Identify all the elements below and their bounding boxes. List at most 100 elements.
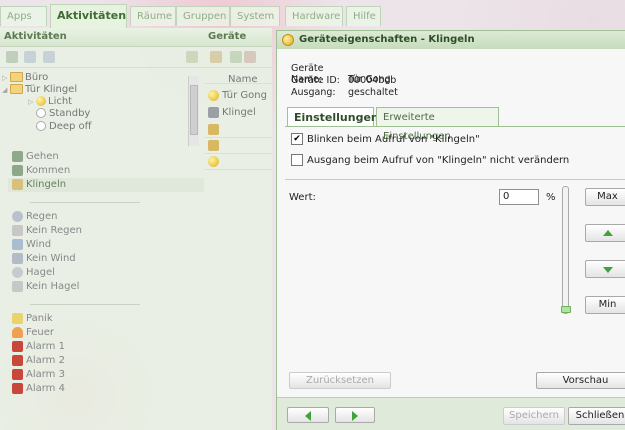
edit-icon[interactable] — [6, 51, 18, 63]
tab-einstellungen[interactable]: Einstellungen — [287, 107, 379, 127]
device-icon[interactable] — [210, 51, 222, 63]
previous-button[interactable] — [287, 407, 329, 423]
min-button[interactable]: Min — [585, 296, 625, 314]
activities-panel: Aktivitäten ▷ Büro ◢ Tür Klingel ▷ Licht St… — [0, 28, 204, 430]
remove-device-icon[interactable] — [244, 51, 256, 63]
wizard-icon[interactable] — [186, 51, 198, 63]
tab-raeume[interactable]: Räume — [130, 6, 176, 26]
tab-erweiterte-einstellungen[interactable]: Erweiterte Einstellungen — [376, 107, 499, 142]
decrease-button[interactable] — [585, 260, 625, 278]
device-icon — [208, 140, 219, 151]
hail-icon — [12, 266, 23, 278]
blink-checkbox[interactable]: ✔ — [291, 133, 303, 145]
tab-hilfe[interactable]: Hilfe — [346, 6, 381, 26]
value-input[interactable]: 0 — [499, 189, 539, 205]
output-checkbox-row[interactable]: Ausgang beim Aufruf von "Klingeln" nicht… — [291, 154, 569, 168]
no-wind-icon — [12, 252, 23, 264]
activity-kein-regen[interactable]: Kein Regen — [12, 224, 82, 238]
main-tab-bar: Apps Aktivitäten Räume Gruppen System Ha… — [0, 0, 625, 28]
activity-alarm-1[interactable]: Alarm 1 — [12, 340, 65, 354]
arrow-down-icon — [602, 267, 613, 273]
preview-button[interactable]: Vorschau — [536, 372, 625, 389]
activity-kein-hagel[interactable]: Kein Hagel — [12, 280, 79, 294]
walk-icon — [12, 150, 23, 162]
info-output: Ausgang: geschaltet — [291, 87, 398, 98]
tree-scrollbar-thumb[interactable] — [190, 85, 198, 135]
next-button[interactable] — [335, 407, 375, 423]
tree-item-licht[interactable]: ▷ Licht — [28, 96, 72, 108]
dialog-footer: Speichern Schließen — [277, 397, 625, 430]
alarm-icon — [12, 354, 23, 366]
tree-item-deep-off[interactable]: Deep off — [36, 121, 92, 133]
activity-klingeln[interactable]: Klingeln — [8, 178, 204, 192]
tab-apps[interactable]: Apps — [0, 6, 47, 26]
value-slider-thumb[interactable] — [561, 306, 571, 313]
max-button[interactable]: Max — [585, 188, 625, 206]
value-label: Wert: — [289, 192, 316, 203]
grid-icon[interactable] — [24, 51, 36, 63]
activity-hagel[interactable]: Hagel — [12, 266, 55, 280]
divider — [30, 202, 140, 203]
divider — [30, 304, 140, 305]
blink-checkbox-row[interactable]: ✔ Blinken beim Aufruf von "Klingeln" — [291, 133, 480, 147]
activity-kein-wind[interactable]: Kein Wind — [12, 252, 76, 266]
tree-item-standby[interactable]: Standby — [36, 108, 90, 120]
device-module-icon — [208, 106, 219, 118]
tab-gruppen[interactable]: Gruppen — [176, 6, 230, 26]
scene-dot-icon — [36, 108, 46, 118]
scene-dot-icon — [36, 121, 46, 131]
increase-button[interactable] — [585, 224, 625, 242]
activity-alarm-4[interactable]: Alarm 4 — [12, 382, 65, 396]
expand-arrow-icon[interactable]: ▷ — [2, 72, 10, 84]
arrive-icon — [12, 164, 23, 176]
collapse-arrow-icon[interactable]: ◢ — [2, 84, 10, 96]
output-checkbox[interactable] — [291, 154, 303, 166]
device-row-empty[interactable] — [204, 138, 272, 154]
device-bulb-icon — [208, 89, 219, 101]
device-row-empty[interactable] — [204, 122, 272, 138]
settings-icon[interactable] — [43, 51, 55, 63]
tree-scrollbar[interactable] — [188, 76, 199, 146]
activity-kommen[interactable]: Kommen — [12, 164, 70, 178]
activity-feuer[interactable]: Feuer — [12, 326, 54, 340]
dialog-title: Geräteeigenschaften - Klingeln — [299, 34, 475, 45]
no-rain-icon — [12, 224, 23, 236]
alarm-icon — [12, 382, 23, 394]
device-row-tuer-gong[interactable]: Tür Gong — [204, 88, 272, 104]
devices-panel-title: Geräte — [204, 28, 272, 47]
no-hail-icon — [12, 280, 23, 292]
tab-aktivitaeten[interactable]: Aktivitäten — [50, 4, 127, 28]
save-button[interactable]: Speichern — [503, 407, 565, 425]
unit-label: % — [546, 192, 556, 203]
activity-regen[interactable]: Regen — [12, 210, 58, 224]
dialog-titlebar[interactable]: Geräteeigenschaften - Klingeln — [277, 31, 625, 49]
add-device-icon[interactable] — [230, 51, 242, 63]
device-row-empty[interactable] — [204, 154, 272, 170]
activity-panik[interactable]: Panik — [12, 312, 53, 326]
alarm-icon — [12, 340, 23, 352]
reset-button[interactable]: Zurücksetzen — [289, 372, 391, 389]
activities-panel-title: Aktivitäten — [0, 28, 204, 47]
activity-alarm-2[interactable]: Alarm 2 — [12, 354, 65, 368]
tab-hardware[interactable]: Hardware — [285, 6, 343, 26]
devices-panel: Geräte Name Tür Gong Klingel — [204, 28, 272, 430]
close-button[interactable]: Schließen — [568, 407, 625, 425]
tree-item-tuer-klingel[interactable]: ◢ Tür Klingel — [2, 84, 77, 96]
wind-icon — [12, 238, 23, 250]
activity-wind[interactable]: Wind — [12, 238, 51, 252]
tree-item-buero[interactable]: ▷ Büro — [2, 72, 48, 84]
divider — [285, 179, 625, 180]
tab-system[interactable]: System — [230, 6, 280, 26]
arrow-up-icon — [602, 230, 613, 236]
activities-toolbar — [0, 47, 204, 68]
folder-icon — [10, 72, 23, 82]
activity-alarm-3[interactable]: Alarm 3 — [12, 368, 65, 382]
info-device-id: Geräte ID: 00004bdb — [291, 75, 397, 86]
bell-icon — [12, 178, 23, 190]
expand-arrow-icon[interactable]: ▷ — [28, 96, 36, 108]
activity-gehen[interactable]: Gehen — [12, 150, 59, 164]
column-header-name[interactable]: Name — [228, 72, 272, 88]
tab-underline — [285, 126, 625, 127]
device-row-klingel[interactable]: Klingel — [204, 105, 272, 121]
value-slider[interactable] — [561, 186, 571, 314]
